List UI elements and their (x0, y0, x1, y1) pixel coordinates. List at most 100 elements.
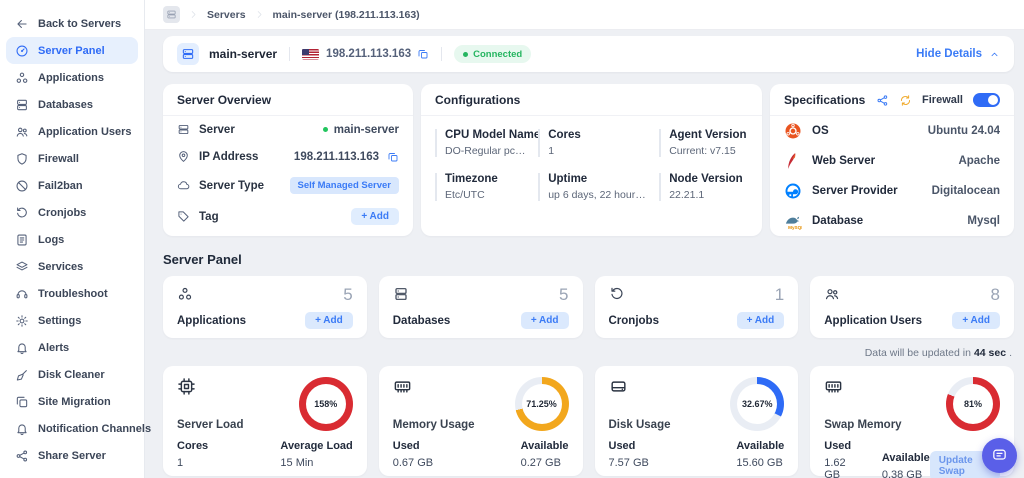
overview-row: Server Type Self Managed Server (163, 170, 413, 201)
spec-label: OS (812, 125, 829, 137)
add-button[interactable]: + Add (520, 312, 569, 329)
add-button[interactable]: + Add (305, 312, 353, 329)
sidebar-item[interactable]: Server Panel (6, 37, 138, 64)
chat-fab-button[interactable] (982, 438, 1017, 473)
overview-rows: Server main-server IP Address 198.211.11… (163, 116, 413, 232)
sidebar-item[interactable]: Firewall (6, 145, 138, 172)
users-icon (824, 286, 840, 302)
overview-value[interactable]: + Add (351, 208, 399, 225)
firewall-toggle[interactable] (973, 93, 1000, 107)
config-label: Node Version (669, 173, 743, 185)
ban-icon (15, 179, 29, 193)
stat-card: Memory Usage 71.25% Used 0.67 GB Availab… (378, 366, 583, 476)
config-value: 1 (548, 145, 555, 157)
sidebar-item[interactable]: Site Migration (6, 388, 138, 415)
divider (441, 47, 443, 61)
spec-value: Mysql (967, 215, 1000, 227)
services-icon (15, 260, 29, 274)
server-name: main-server (209, 47, 278, 61)
server-ip: 198.211.113.163 (326, 48, 412, 60)
specifications-rows: OS Ubuntu 24.04 Web Server Apache Server… (770, 116, 1014, 236)
panel-card[interactable]: 5 Applications + Add (163, 276, 367, 338)
add-button[interactable]: + Add (952, 312, 1000, 329)
sidebar-item[interactable]: Databases (6, 91, 138, 118)
sidebar-item[interactable]: Alerts (6, 334, 138, 361)
sidebar-nav: Back to Servers Server Panel Application… (0, 10, 151, 469)
copy-icon[interactable] (387, 151, 399, 163)
stat-col-label: Used (392, 440, 420, 452)
stat-col-value: 15 Min (280, 457, 314, 469)
stat-col-label: Used (608, 440, 636, 452)
sidebar-item-label: Services (38, 260, 84, 273)
stat-label: Memory Usage (392, 419, 475, 431)
panel-card[interactable]: 8 Application Users + Add (810, 276, 1014, 338)
chat-icon (991, 447, 1008, 464)
panel-card-label: Applications (177, 314, 247, 327)
overview-label: Server Type (199, 179, 264, 192)
shield-icon (15, 152, 29, 166)
us-flag-icon (302, 48, 320, 60)
overview-label: IP Address (199, 150, 259, 163)
overview-value[interactable]: 198.211.113.163 (294, 151, 379, 163)
sidebar-item[interactable]: Settings (6, 307, 138, 334)
content: main-server 198.211.113.163 Connected Hi… (145, 30, 1024, 478)
sidebar-item[interactable]: Application Users (6, 118, 138, 145)
stat-col-label: Available (520, 440, 569, 452)
panel-card-count: 5 (343, 285, 353, 304)
map-pin-icon (177, 150, 190, 163)
sidebar-item-label: Applications (38, 71, 105, 84)
card-title: Configurations (421, 84, 762, 116)
share-icon (15, 449, 29, 463)
overview-value[interactable]: Self Managed Server (289, 177, 399, 194)
share-icon[interactable] (876, 94, 889, 107)
spec-value: Digitalocean (931, 185, 1000, 197)
breadcrumb-servers[interactable]: Servers (207, 9, 246, 21)
overview-row: Tag + Add (163, 201, 413, 232)
config-label: Agent Version (669, 129, 747, 141)
stat-col-value: 1 (177, 457, 184, 469)
sidebar-item-label: Disk Cleaner (38, 368, 105, 381)
copy-icon[interactable] (417, 48, 429, 60)
hide-details-button[interactable]: Hide Details (916, 48, 1000, 60)
sidebar-item[interactable]: Disk Cleaner (6, 361, 138, 388)
sidebar-item-label: Settings (38, 314, 82, 327)
spec-label: Server Provider (812, 185, 898, 197)
panel-card[interactable]: 5 Databases + Add (378, 276, 583, 338)
chevron-up-icon (989, 49, 1000, 60)
sidebar-item[interactable]: Notification Channels (6, 415, 151, 442)
config-value: 22.21.1 (669, 189, 705, 201)
sidebar-item[interactable]: Logs (6, 226, 138, 253)
panel-card-count: 8 (990, 285, 1000, 304)
panel-card-count: 1 (774, 285, 785, 304)
sidebar-item[interactable]: Back to Servers (6, 10, 138, 37)
database-icon (393, 286, 409, 302)
cpu-icon (177, 377, 196, 396)
update-countdown: 44 sec (973, 347, 1007, 359)
usage-gauge: 158% (298, 377, 353, 431)
config-item: CPU Model Name DO-Regular pc-i440fx-... (435, 129, 540, 157)
status-dot (463, 51, 469, 57)
sidebar-item[interactable]: Services (6, 253, 138, 280)
sidebar-item[interactable]: Share Server (6, 442, 138, 469)
sidebar-item[interactable]: Fail2ban (6, 172, 138, 199)
panel-card[interactable]: 1 Cronjobs + Add (594, 276, 799, 338)
memory-icon (393, 377, 412, 396)
divider (289, 47, 291, 61)
tag-icon (177, 210, 190, 223)
config-value: DO-Regular pc-i440fx-... (445, 145, 528, 157)
server-overview-card: Server Overview Server main-server IP Ad… (163, 84, 413, 236)
sidebar-item[interactable]: Applications (6, 64, 138, 91)
gauge-percent: 81% (963, 399, 982, 409)
sidebar-item-label: Cronjobs (38, 206, 87, 219)
stat-col-value: 0.38 GB (881, 469, 923, 478)
stat-label: Disk Usage (608, 419, 671, 431)
overview-label: Tag (199, 210, 219, 223)
refresh-icon[interactable] (899, 94, 912, 107)
add-button[interactable]: + Add (736, 312, 785, 329)
overview-value[interactable]: main-server (334, 124, 399, 136)
sidebar-item[interactable]: Troubleshoot (6, 280, 138, 307)
usage-gauge: 32.67% (730, 377, 785, 431)
overview-row: Server main-server (163, 116, 413, 143)
sidebar: Back to Servers Server Panel Application… (0, 0, 151, 478)
sidebar-item[interactable]: Cronjobs (6, 199, 138, 226)
